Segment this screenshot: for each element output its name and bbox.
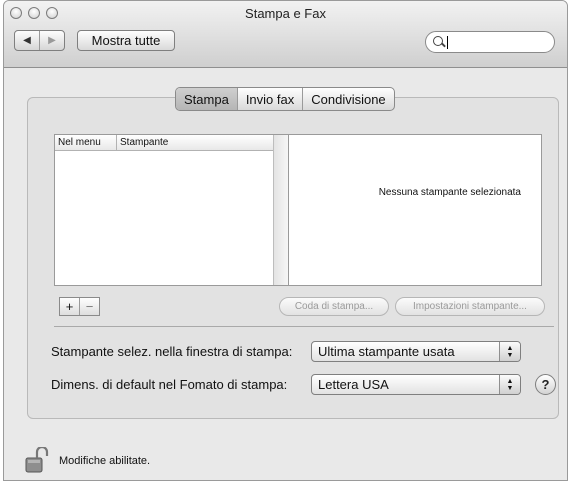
back-arrow-icon[interactable]: ◀ [15, 31, 39, 50]
text-cursor [447, 36, 448, 49]
tab-invio-fax[interactable]: Invio fax [236, 88, 302, 110]
search-field[interactable] [425, 31, 555, 53]
tab-bar: Stampa Invio fax Condivisione [175, 87, 395, 111]
show-all-button[interactable]: Mostra tutte [77, 30, 175, 51]
forward-arrow-icon[interactable]: ▶ [39, 31, 64, 50]
no-printer-message: Nessuna stampante selezionata [378, 187, 521, 198]
window-title: Stampa e Fax [245, 6, 326, 21]
printer-list[interactable]: Nel menu Stampante [54, 134, 289, 286]
lock-status-text: Modifiche abilitate. [59, 455, 151, 467]
printer-list-header: Nel menu Stampante [55, 135, 273, 151]
default-paper-value: Lettera USA [318, 377, 389, 392]
add-printer-button[interactable]: + [60, 298, 79, 315]
add-remove-control: + − [59, 297, 100, 316]
column-header-in-menu[interactable]: Nel menu [55, 135, 117, 150]
updown-arrows-icon: ▲ ▼ [499, 375, 520, 394]
help-button[interactable]: ? [535, 374, 556, 395]
tab-condivisione[interactable]: Condivisione [302, 88, 393, 110]
tab-stampa[interactable]: Stampa [176, 88, 237, 110]
selected-printer-popup[interactable]: Ultima stampante usata ▲ ▼ [311, 341, 521, 362]
preferences-window: Stampa e Fax ◀ ▶ Mostra tutte Stampa Inv… [3, 0, 568, 481]
selected-printer-value: Ultima stampante usata [318, 344, 455, 359]
printer-settings-button[interactable]: Impostazioni stampante... [395, 297, 545, 316]
default-paper-popup[interactable]: Lettera USA ▲ ▼ [311, 374, 521, 395]
lock-open-icon[interactable] [25, 447, 53, 473]
divider [54, 326, 554, 327]
column-header-printer[interactable]: Stampante [117, 135, 168, 150]
updown-arrows-icon: ▲ ▼ [499, 342, 520, 361]
selected-printer-label: Stampante selez. nella finestra di stamp… [51, 344, 293, 359]
title-bar: Stampa e Fax ◀ ▶ Mostra tutte [4, 1, 567, 68]
remove-printer-button[interactable]: − [79, 298, 99, 315]
back-forward-control: ◀ ▶ [14, 30, 65, 51]
default-paper-label: Dimens. di default nel Fomato di stampa: [51, 377, 288, 392]
printer-detail-pane: Nessuna stampante selezionata [288, 134, 542, 286]
print-queue-button[interactable]: Coda di stampa... [279, 297, 389, 316]
search-icon [433, 36, 443, 46]
printer-list-scrollbar[interactable] [273, 135, 288, 285]
